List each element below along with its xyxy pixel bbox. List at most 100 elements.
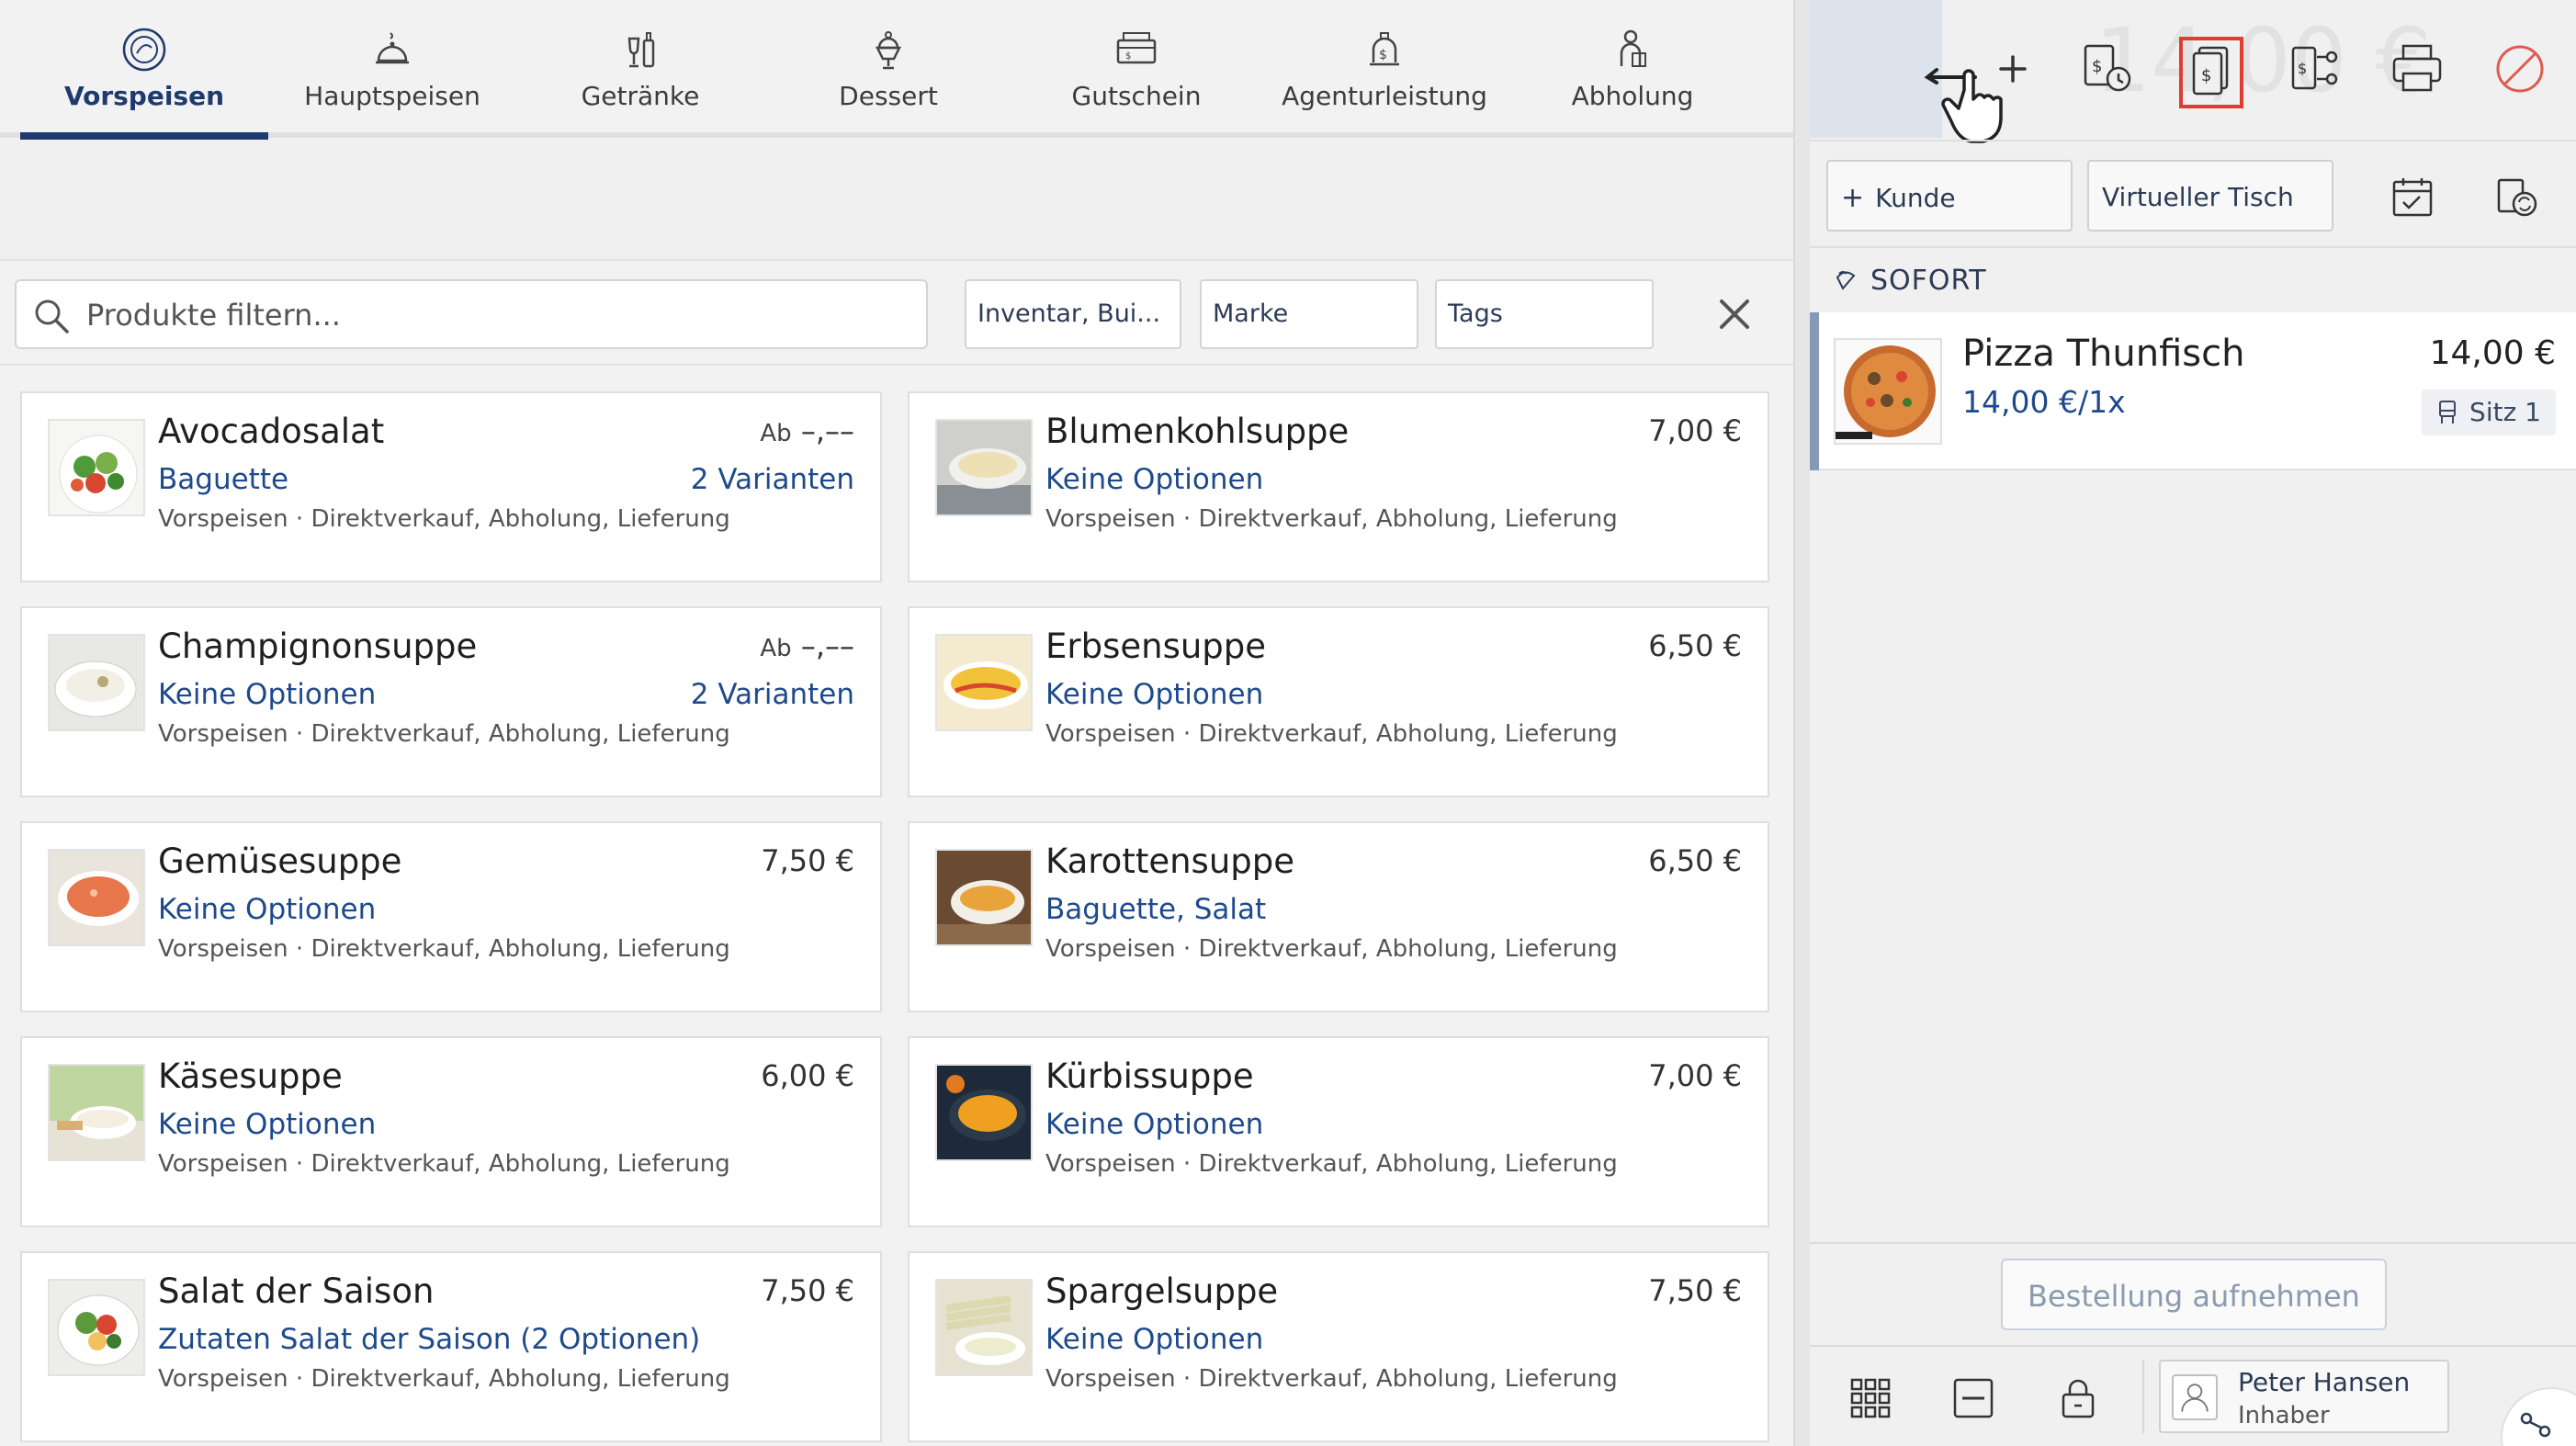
product-price: 6,50 €	[1648, 628, 1742, 663]
plus-icon: +	[1841, 182, 1865, 214]
product-card[interactable]: Avocadosalat Baguette Vorspeisen · Direk…	[20, 391, 882, 582]
avatar	[2172, 1374, 2218, 1420]
customer-divider	[1810, 246, 2576, 248]
tab-gutschein[interactable]: $ Gutschein	[1012, 0, 1260, 140]
transfer-table-icon[interactable]	[2493, 173, 2541, 220]
order-panel: 14,00 € $ $ $ + Kunde Virtueller Tisch S…	[1810, 0, 2576, 1446]
brand-filter[interactable]: Marke	[1200, 279, 1418, 349]
subcategory-strip	[0, 140, 1793, 261]
product-image	[48, 1064, 145, 1161]
order-item-unit-price: 14,00 €/1x	[1962, 384, 2126, 420]
section-label: SOFORT	[1870, 265, 1987, 297]
product-meta: Vorspeisen · Direktverkauf, Abholung, Li…	[1045, 505, 1618, 533]
payment-history-icon[interactable]: $	[2076, 37, 2141, 101]
product-image	[48, 849, 145, 946]
minimize-icon[interactable]	[1949, 1374, 1997, 1422]
search-box[interactable]	[15, 279, 928, 349]
panel-divider[interactable]	[1793, 0, 1810, 1446]
assistant-button[interactable]	[2501, 1387, 2576, 1446]
tab-label: Dessert	[839, 81, 938, 111]
svg-text:$: $	[1379, 48, 1387, 62]
product-name: Käsesuppe	[158, 1056, 343, 1096]
product-options: Keine Optionen	[158, 1108, 377, 1141]
price-value: –,––	[800, 628, 854, 663]
order-total-display: 14,00 €	[2095, 9, 2432, 112]
product-name: Karottensuppe	[1045, 842, 1295, 881]
product-variants: 2 Varianten	[690, 678, 854, 711]
product-card[interactable]: Spargelsuppe Keine Optionen Vorspeisen ·…	[908, 1251, 1769, 1442]
tab-getraenke[interactable]: Getränke	[516, 0, 764, 140]
add-customer-label: Kunde	[1875, 183, 1956, 213]
product-card[interactable]: Blumenkohlsuppe Keine Optionen Vorspeise…	[908, 391, 1769, 582]
product-price: 7,50 €	[1648, 1273, 1742, 1308]
product-image	[935, 1064, 1033, 1161]
order-item-image	[1834, 338, 1942, 445]
split-bill-icon[interactable]: $	[2284, 37, 2348, 101]
svg-text:$: $	[2092, 57, 2102, 76]
tab-vorspeisen[interactable]: Vorspeisen	[20, 0, 268, 140]
product-name: Blumenkohlsuppe	[1045, 412, 1350, 451]
product-price: 7,00 €	[1648, 1058, 1742, 1093]
grid-icon[interactable]	[1847, 1374, 1894, 1422]
product-card[interactable]: Erbsensuppe Keine Optionen Vorspeisen · …	[908, 606, 1769, 797]
tab-label: Agenturleistung	[1282, 81, 1487, 111]
search-icon	[35, 299, 69, 333]
order-line-item[interactable]: Pizza Thunfisch 14,00 €/1x 14,00 € Sitz …	[1810, 312, 2576, 470]
seat-badge[interactable]: Sitz 1	[2422, 390, 2556, 435]
product-image	[935, 634, 1033, 731]
product-meta: Vorspeisen · Direktverkauf, Abholung, Li…	[158, 720, 730, 748]
tab-label: Gutschein	[1071, 81, 1202, 111]
product-options: Keine Optionen	[158, 678, 377, 711]
printer-icon[interactable]	[2385, 37, 2449, 101]
virtual-table-button[interactable]: Virtueller Tisch	[2087, 160, 2333, 232]
user-profile-button[interactable]: Peter Hansen Inhaber	[2159, 1360, 2449, 1433]
dessert-icon	[875, 31, 902, 70]
take-order-button[interactable]: Bestellung aufnehmen	[2001, 1259, 2387, 1330]
price-prefix: Ab	[760, 420, 792, 447]
seat-icon	[2439, 401, 2457, 424]
cancel-icon[interactable]	[2488, 37, 2552, 101]
user-name: Peter Hansen	[2238, 1367, 2411, 1397]
add-customer-button[interactable]: + Kunde	[1826, 160, 2073, 232]
tab-label: Getränke	[581, 81, 700, 111]
drinks-icon	[627, 32, 655, 68]
product-price: 6,50 €	[1648, 843, 1742, 878]
product-options: Keine Optionen	[1045, 1108, 1264, 1141]
tab-label: Vorspeisen	[63, 81, 225, 111]
tab-abholung[interactable]: Abholung	[1508, 0, 1757, 140]
product-price: 7,50 €	[761, 843, 854, 878]
search-input[interactable]	[86, 290, 904, 340]
product-options: Keine Optionen	[1045, 1323, 1264, 1356]
product-card[interactable]: Karottensuppe Baguette, Salat Vorspeisen…	[908, 821, 1769, 1012]
close-icon[interactable]	[1709, 288, 1760, 340]
category-tabs: Vorspeisen Hauptspeisen Getränke Dessert…	[0, 0, 1793, 140]
inventory-filter[interactable]: Inventar, Bui...	[965, 279, 1181, 349]
product-meta: Vorspeisen · Direktverkauf, Abholung, Li…	[1045, 1150, 1618, 1178]
product-options: Keine Optionen	[1045, 463, 1264, 496]
product-card[interactable]: Käsesuppe Keine Optionen Vorspeisen · Di…	[20, 1036, 882, 1227]
tab-dessert[interactable]: Dessert	[764, 0, 1012, 140]
lock-icon[interactable]	[2054, 1374, 2102, 1422]
product-card[interactable]: Champignonsuppe Keine Optionen Vorspeise…	[20, 606, 882, 797]
product-card[interactable]: Gemüsesuppe Keine Optionen Vorspeisen · …	[20, 821, 882, 1012]
connect-icon	[2520, 1412, 2551, 1438]
search-row: Inventar, Bui... Marke Tags	[0, 263, 1793, 366]
tags-filter[interactable]: Tags	[1435, 279, 1654, 349]
product-panel: Vorspeisen Hauptspeisen Getränke Dessert…	[0, 0, 1793, 1446]
tab-hauptspeisen[interactable]: Hauptspeisen	[268, 0, 516, 140]
tab-agenturleistung[interactable]: $ Agenturleistung	[1260, 0, 1508, 140]
product-image	[48, 634, 145, 731]
product-price: 7,50 €	[761, 1273, 854, 1308]
salad-icon	[122, 28, 166, 72]
calendar-check-icon[interactable]	[2389, 173, 2436, 220]
product-card[interactable]: Salat der Saison Zutaten Salat der Saiso…	[20, 1251, 882, 1442]
order-item-total: 14,00 €	[2429, 334, 2556, 372]
product-card[interactable]: Kürbissuppe Keine Optionen Vorspeisen · …	[908, 1036, 1769, 1227]
product-meta: Vorspeisen · Direktverkauf, Abholung, Li…	[158, 1365, 730, 1393]
fire-icon	[1836, 271, 1856, 290]
product-name: Champignonsuppe	[158, 627, 478, 666]
product-options: Keine Optionen	[1045, 678, 1264, 711]
product-image	[935, 419, 1033, 516]
product-name: Erbsensuppe	[1045, 627, 1267, 666]
svg-text:$: $	[1125, 51, 1131, 62]
